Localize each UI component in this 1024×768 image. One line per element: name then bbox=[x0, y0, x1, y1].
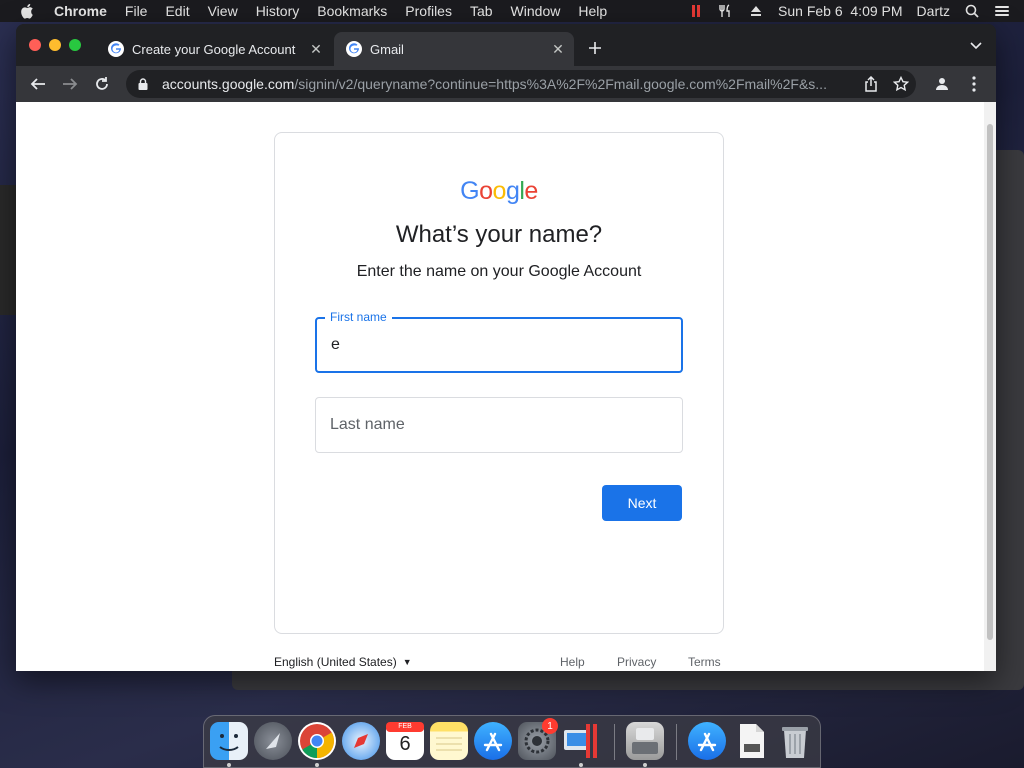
tab-title: Gmail bbox=[370, 41, 404, 57]
menu-window[interactable]: Window bbox=[511, 3, 561, 19]
google-logo-letter: G bbox=[460, 177, 480, 205]
notes-icon[interactable] bbox=[430, 722, 468, 760]
chrome-icon[interactable] bbox=[298, 722, 336, 760]
google-logo: Google bbox=[275, 177, 723, 206]
utensils-icon[interactable] bbox=[718, 4, 734, 18]
page-scrollbar[interactable] bbox=[984, 102, 996, 671]
url-path: /signin/v2/queryname?continue=https%3A%2… bbox=[294, 76, 827, 92]
tab-close-icon[interactable]: ✕ bbox=[308, 41, 324, 57]
finder-icon[interactable] bbox=[210, 722, 248, 760]
page-viewport: Google What’s your name? Enter the name … bbox=[16, 102, 984, 671]
dock-separator bbox=[614, 724, 615, 760]
forward-button[interactable] bbox=[58, 72, 82, 96]
lock-icon[interactable] bbox=[138, 77, 152, 91]
menu-edit[interactable]: Edit bbox=[165, 3, 189, 19]
google-logo-letter: g bbox=[505, 177, 520, 205]
tab-strip: Create your Google Account ✕ Gmail ✕ bbox=[16, 24, 996, 66]
window-zoom-button[interactable] bbox=[69, 39, 81, 51]
page-footer: English (United States) ▼ Help Privacy T… bbox=[274, 655, 724, 671]
caret-down-icon: ▼ bbox=[402, 657, 412, 667]
google-logo-text: Google bbox=[460, 177, 538, 205]
parallels-icon[interactable] bbox=[688, 4, 704, 18]
background-window-edge bbox=[0, 185, 16, 315]
menu-app-name[interactable]: Chrome bbox=[54, 3, 107, 19]
url-host: accounts.google.com bbox=[162, 76, 295, 92]
menubar-clock[interactable]: Sun Feb 6 4:09 PM bbox=[778, 3, 903, 19]
terms-link[interactable]: Terms bbox=[688, 655, 721, 669]
tab-close-icon[interactable]: ✕ bbox=[550, 41, 566, 57]
bookmark-star-icon[interactable] bbox=[890, 73, 912, 95]
launchpad-icon[interactable] bbox=[254, 722, 292, 760]
tab-create-account[interactable]: Create your Google Account ✕ bbox=[96, 32, 332, 66]
first-name-field[interactable]: First name bbox=[315, 310, 683, 373]
window-minimize-button[interactable] bbox=[49, 39, 61, 51]
running-indicator bbox=[643, 763, 647, 767]
apple-icon[interactable] bbox=[20, 3, 36, 19]
menu-bookmarks[interactable]: Bookmarks bbox=[317, 3, 387, 19]
kebab-menu-icon[interactable] bbox=[962, 72, 986, 96]
tab-search-chevron-icon[interactable] bbox=[968, 39, 984, 53]
google-logo-letter: o bbox=[492, 177, 507, 205]
address-bar[interactable]: accounts.google.com /signin/v2/queryname… bbox=[126, 70, 916, 98]
language-label: English (United States) bbox=[274, 655, 397, 669]
calendar-day: 6 bbox=[399, 733, 411, 755]
menu-history[interactable]: History bbox=[256, 3, 300, 19]
browser-toolbar: accounts.google.com /signin/v2/queryname… bbox=[16, 66, 996, 102]
new-tab-button[interactable] bbox=[584, 37, 606, 59]
page-title: What’s your name? bbox=[395, 221, 603, 248]
running-indicator bbox=[227, 763, 231, 767]
disk-utility-icon[interactable] bbox=[626, 722, 664, 760]
privacy-link[interactable]: Privacy bbox=[617, 655, 656, 669]
back-button[interactable] bbox=[26, 72, 50, 96]
calendar-icon[interactable]: FEB 6 bbox=[386, 722, 424, 760]
menu-bar: Chrome File Edit View History Bookmarks … bbox=[0, 0, 1024, 22]
tab-title: Create your Google Account bbox=[132, 41, 296, 57]
last-name-input[interactable] bbox=[316, 398, 682, 452]
share-icon[interactable] bbox=[860, 73, 882, 95]
help-link[interactable]: Help bbox=[560, 655, 585, 669]
calendar-month: FEB bbox=[398, 723, 412, 730]
menu-help[interactable]: Help bbox=[578, 3, 607, 19]
reload-button[interactable] bbox=[90, 72, 114, 96]
google-favicon-icon bbox=[346, 41, 362, 57]
profile-icon[interactable] bbox=[930, 72, 954, 96]
menu-profiles[interactable]: Profiles bbox=[405, 3, 452, 19]
google-logo-letter: e bbox=[524, 177, 538, 205]
safari-icon[interactable] bbox=[342, 722, 380, 760]
next-button[interactable]: Next bbox=[602, 485, 682, 521]
running-indicator bbox=[315, 763, 319, 767]
last-name-field[interactable] bbox=[315, 397, 683, 453]
trash-icon[interactable] bbox=[776, 722, 814, 760]
menu-view[interactable]: View bbox=[208, 3, 238, 19]
spotlight-icon[interactable] bbox=[964, 4, 980, 18]
dock-separator bbox=[676, 724, 677, 760]
google-logo-letter: o bbox=[479, 177, 493, 205]
control-center-icon[interactable] bbox=[994, 4, 1010, 18]
notification-badge: 1 bbox=[542, 718, 558, 734]
scrollbar-thumb[interactable] bbox=[987, 124, 993, 640]
app-store-downloads-icon[interactable] bbox=[688, 722, 726, 760]
running-indicator bbox=[579, 763, 583, 767]
page-subtitle: Enter the name on your Google Account bbox=[356, 263, 642, 280]
menu-tab[interactable]: Tab bbox=[470, 3, 493, 19]
google-favicon-icon bbox=[108, 41, 124, 57]
dock: FEB 6 1 bbox=[203, 715, 821, 768]
document-icon[interactable] bbox=[732, 722, 770, 760]
window-close-button[interactable] bbox=[29, 39, 41, 51]
eject-icon[interactable] bbox=[748, 4, 764, 18]
tab-gmail[interactable]: Gmail ✕ bbox=[334, 32, 574, 66]
first-name-input[interactable] bbox=[317, 319, 681, 371]
language-selector[interactable]: English (United States) ▼ bbox=[274, 655, 412, 669]
menu-file[interactable]: File bbox=[125, 3, 148, 19]
browser-window: Create your Google Account ✕ Gmail ✕ acc… bbox=[16, 24, 996, 671]
signin-card: Google What’s your name? Enter the name … bbox=[274, 132, 724, 634]
parallels-desktop-icon[interactable] bbox=[562, 722, 600, 760]
menubar-user[interactable]: Dartz bbox=[917, 3, 950, 19]
app-store-icon[interactable] bbox=[474, 722, 512, 760]
